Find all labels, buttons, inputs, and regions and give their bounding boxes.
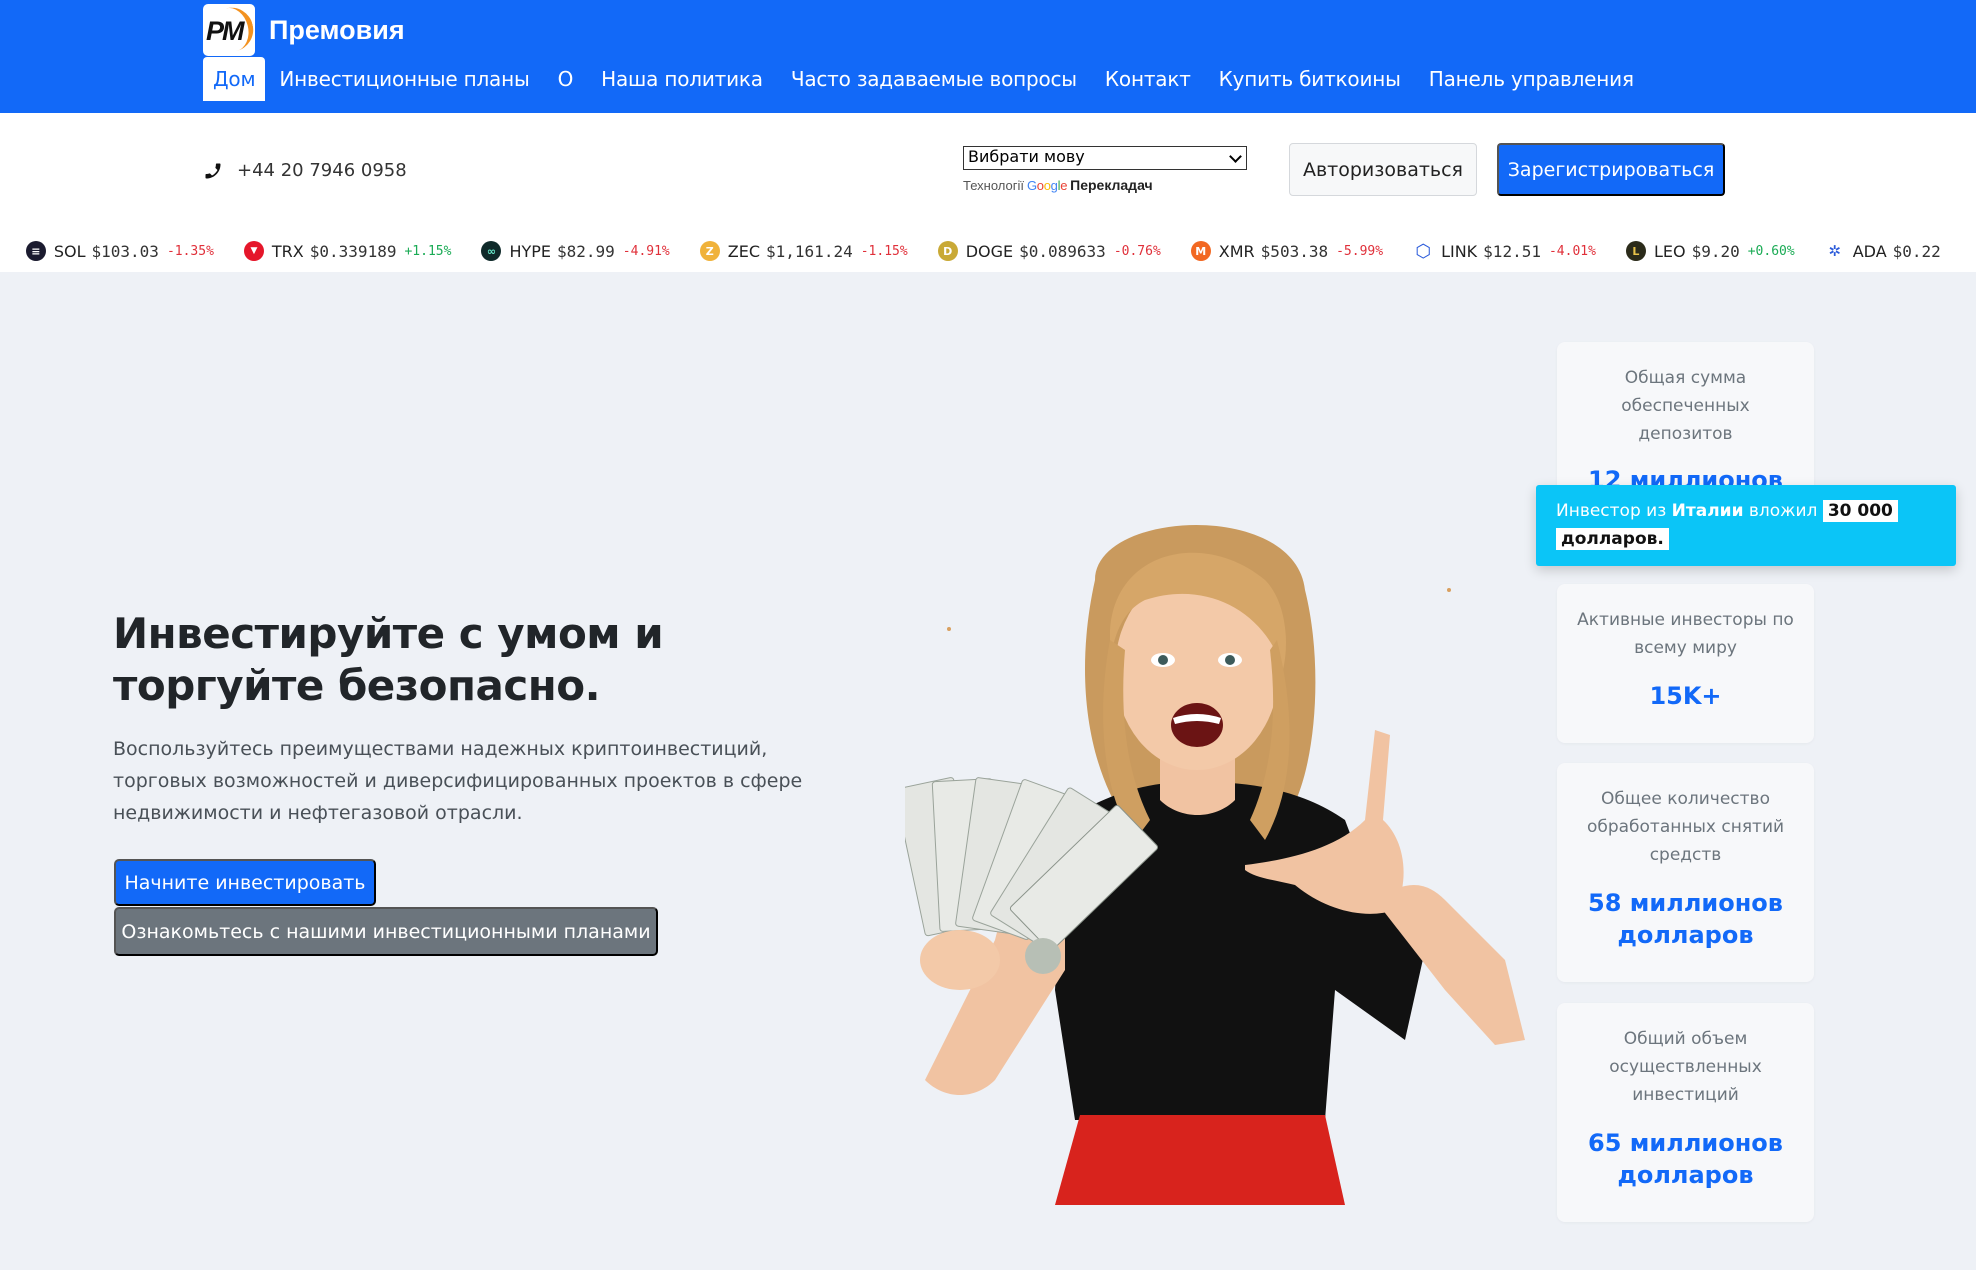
phone-icon bbox=[205, 163, 221, 178]
nav-item-buy-bitcoin[interactable]: Купить биткоины bbox=[1205, 57, 1415, 101]
nav-item-dashboard[interactable]: Панель управления bbox=[1415, 57, 1648, 101]
nav-item-investment-plans[interactable]: Инвестиционные планы bbox=[265, 57, 543, 101]
hero-woman-with-money-image bbox=[905, 525, 1525, 1205]
nav-item-home[interactable]: Дом bbox=[203, 57, 266, 101]
stat-label: Общий объем осуществленных инвестиций bbox=[1609, 1029, 1762, 1105]
ticker-price: $0.22 bbox=[1892, 241, 1941, 261]
toast-currency: долларов. bbox=[1556, 528, 1669, 550]
stat-value: 58 миллионов долларов bbox=[1588, 889, 1783, 949]
investment-notification-toast[interactable]: Инвестор из Италии вложил 30 000 долларо… bbox=[1536, 485, 1956, 566]
ticker-track: % ≡ SOL $103.03 -1.35% ▼ TRX $0.339189 +… bbox=[0, 230, 1976, 272]
ticker-item-zec[interactable]: Z ZEC $1,161.24 -1.15% bbox=[699, 241, 908, 261]
phone-number: +44 20 7946 0958 bbox=[237, 160, 407, 181]
leo-icon: L bbox=[1625, 241, 1646, 261]
register-button[interactable]: Зарегистрироваться bbox=[1497, 143, 1725, 196]
stat-label: Общее количество обработанных снятий сре… bbox=[1586, 789, 1785, 865]
stat-card-investors: Активные инвесторы по всему миру 15K+ bbox=[1557, 584, 1814, 743]
ticker-price: $82.99 bbox=[557, 241, 615, 261]
ticker-symbol: LINK bbox=[1441, 241, 1478, 261]
xmr-icon: M bbox=[1190, 241, 1211, 261]
phone-contact[interactable]: +44 20 7946 0958 bbox=[203, 160, 407, 181]
language-select-value: Вибрати мову bbox=[968, 147, 1085, 166]
login-button[interactable]: Авторизоваться bbox=[1289, 143, 1477, 196]
ada-icon: ✲ bbox=[1824, 241, 1845, 261]
toast-verb: вложил bbox=[1748, 501, 1818, 521]
ticker-item-sol[interactable]: ≡ SOL $103.03 -1.35% bbox=[25, 241, 214, 261]
zec-icon: Z bbox=[699, 241, 720, 261]
brand-name: Премовия bbox=[269, 14, 405, 45]
stat-value: 15K+ bbox=[1649, 682, 1722, 710]
ticker-symbol: DOGE bbox=[965, 241, 1014, 261]
hype-icon: ∞ bbox=[481, 241, 502, 261]
ticker-item-hype[interactable]: ∞ HYPE $82.99 -4.91% bbox=[481, 241, 670, 261]
start-investing-button[interactable]: Начните инвестировать bbox=[114, 859, 376, 906]
language-select[interactable]: Вибрати мову bbox=[963, 146, 1247, 170]
stat-label: Активные инвесторы по всему миру bbox=[1577, 610, 1794, 658]
ticker-change: -1.35% bbox=[166, 243, 214, 259]
info-bar: +44 20 7946 0958 Вибрати мову Технології… bbox=[0, 113, 1976, 230]
toast-amount: 30 000 bbox=[1822, 500, 1898, 522]
stat-label: Общая сумма обеспеченных депозитов bbox=[1621, 368, 1750, 444]
hero-title: Инвестируйте с умом и торгуйте безопасно… bbox=[113, 609, 664, 710]
ticker-price: $1,161.24 bbox=[766, 241, 853, 261]
toast-prefix: Инвестор из bbox=[1556, 501, 1667, 521]
brand-logo: PM bbox=[203, 4, 255, 56]
chevron-down-icon bbox=[1229, 150, 1242, 163]
stat-value: 65 миллионов долларов bbox=[1588, 1129, 1783, 1189]
view-plans-button[interactable]: Ознакомьтесь с нашими инвестиционными пл… bbox=[114, 907, 658, 956]
ticker-price: $0.339189 bbox=[309, 241, 397, 261]
ticker-change: -0.76% bbox=[1113, 243, 1161, 259]
google-translate-credit[interactable]: Технології Google Перекладач bbox=[963, 177, 1153, 193]
ticker-symbol: TRX bbox=[271, 241, 304, 261]
sol-icon: ≡ bbox=[25, 241, 46, 261]
ticker-change: -4.01% bbox=[1548, 243, 1596, 259]
nav-item-about[interactable]: О bbox=[544, 57, 588, 101]
logo-text: PM bbox=[206, 16, 244, 46]
translate-powered-prefix: Технології bbox=[963, 177, 1024, 193]
ticker-item-leo[interactable]: L LEO $9.20 +0.60% bbox=[1625, 241, 1795, 261]
brand[interactable]: PM Премовия bbox=[203, 4, 405, 56]
ticker-price: $12.51 bbox=[1483, 241, 1541, 261]
main-menu: Дом Инвестиционные планы О Наша политика… bbox=[203, 57, 1648, 101]
ticker-change: +0.60% bbox=[1747, 243, 1795, 259]
ticker-symbol: HYPE bbox=[509, 241, 551, 261]
ticker-price: $9.20 bbox=[1691, 241, 1740, 261]
ticker-symbol: ZEC bbox=[727, 241, 761, 261]
ticker-item-doge[interactable]: D DOGE $0.089633 -0.76% bbox=[937, 241, 1161, 261]
ticker-symbol: SOL bbox=[53, 241, 86, 261]
google-logo: Google bbox=[1026, 177, 1068, 193]
ticker-symbol: ADA bbox=[1852, 241, 1887, 261]
ticker-change: -5.99% bbox=[1336, 243, 1384, 259]
ticker-change: -4.91% bbox=[622, 243, 670, 259]
translate-product: Перекладач bbox=[1070, 177, 1153, 193]
ticker-item-link[interactable]: ⬡ LINK $12.51 -4.01% bbox=[1413, 241, 1596, 262]
nav-item-policy[interactable]: Наша политика bbox=[587, 57, 777, 101]
stat-card-withdrawals: Общее количество обработанных снятий сре… bbox=[1557, 763, 1814, 982]
ticker-item-trx[interactable]: ▼ TRX $0.339189 +1.15% bbox=[243, 241, 452, 261]
hero-description: Воспользуйтесь преимуществами надежных к… bbox=[113, 738, 803, 824]
ticker-symbol: XMR bbox=[1218, 241, 1255, 261]
ticker-price: $0.089633 bbox=[1019, 241, 1106, 261]
ticker-item-ada[interactable]: ✲ ADA $0.22 bbox=[1824, 241, 1949, 261]
toast-country: Италии bbox=[1671, 501, 1744, 521]
ticker-item-xmr[interactable]: M XMR $503.38 -5.99% bbox=[1190, 241, 1384, 261]
link-icon: ⬡ bbox=[1413, 241, 1434, 262]
stat-card-investments: Общий объем осуществленных инвестиций 65… bbox=[1557, 1003, 1814, 1222]
ticker-symbol: LEO bbox=[1653, 241, 1686, 261]
ticker-price: $103.03 bbox=[91, 241, 159, 261]
trx-icon: ▼ bbox=[243, 241, 264, 261]
nav-item-contact[interactable]: Контакт bbox=[1091, 57, 1205, 101]
top-navbar: PM Премовия Дом Инвестиционные планы О Н… bbox=[0, 0, 1976, 113]
nav-item-faq[interactable]: Часто задаваемые вопросы bbox=[777, 57, 1091, 101]
doge-icon: D bbox=[937, 241, 958, 261]
ticker-change: -1.15% bbox=[860, 243, 908, 259]
crypto-ticker: % ≡ SOL $103.03 -1.35% ▼ TRX $0.339189 +… bbox=[0, 230, 1976, 272]
ticker-change: +1.15% bbox=[404, 243, 452, 259]
ticker-price: $503.38 bbox=[1260, 241, 1329, 261]
